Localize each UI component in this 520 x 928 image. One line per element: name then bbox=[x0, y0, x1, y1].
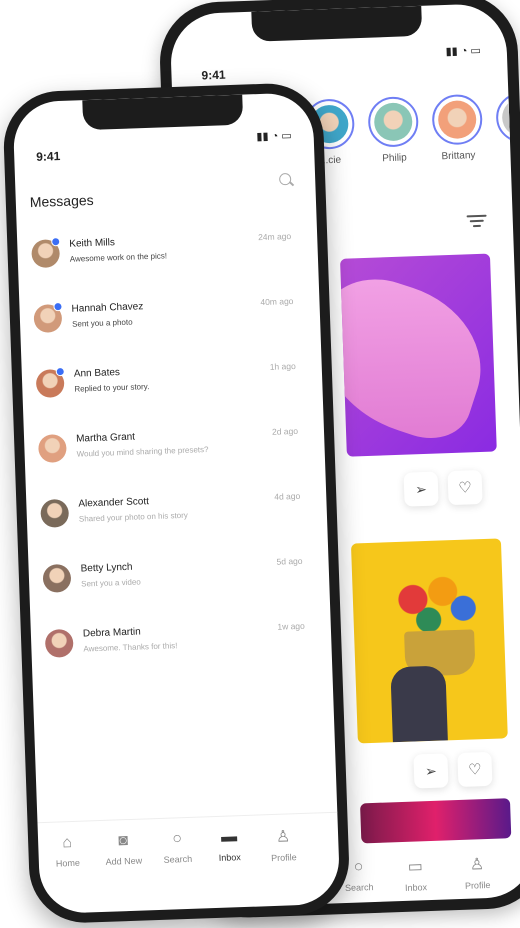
message-row[interactable]: Betty Lynch Sent you a video 5d ago bbox=[36, 556, 308, 625]
nav-add-new[interactable]: ◙ Add New bbox=[98, 831, 149, 867]
story-item[interactable]: Brittany bbox=[428, 93, 486, 163]
message-row[interactable]: Hannah Chavez Sent you a photo 40m ago bbox=[27, 296, 299, 365]
nav-label: Inbox bbox=[404, 882, 428, 893]
avatar bbox=[44, 628, 74, 658]
avatar bbox=[37, 433, 67, 463]
post-image[interactable] bbox=[340, 253, 497, 457]
unread-dot bbox=[53, 302, 63, 312]
sender-name: Martha Grant bbox=[75, 431, 136, 445]
message-time: 24m ago bbox=[257, 230, 292, 243]
message-row[interactable]: Ann Bates Replied to your story. 1h ago bbox=[30, 361, 302, 430]
avatar bbox=[42, 563, 72, 593]
send-button[interactable]: ➢ bbox=[403, 471, 439, 507]
message-list: Keith Mills Awesome work on the pics! 24… bbox=[25, 231, 305, 658]
nav-label: Search bbox=[163, 853, 193, 865]
message-preview: Sent you a photo bbox=[71, 317, 133, 329]
status-time: 9:41 bbox=[36, 149, 61, 164]
story-item[interactable]: Philip bbox=[364, 96, 422, 165]
message-time: 4d ago bbox=[274, 490, 301, 502]
bottom-nav: ○ Search ▭ Inbox ♙ Profile bbox=[334, 852, 520, 908]
notch bbox=[82, 94, 244, 131]
camera-icon: ◙ bbox=[118, 832, 129, 850]
nav-label: Home bbox=[55, 857, 81, 869]
like-button[interactable]: ♡ bbox=[457, 751, 493, 787]
messages-screen: 9:41 ▮▮ ◔ ▭ Messages Keith Mills Awesome… bbox=[12, 92, 341, 915]
message-preview: Replied to your story. bbox=[74, 382, 150, 394]
message-time: 40m ago bbox=[260, 295, 294, 308]
stories-row: ...cie Philip Brittany L bbox=[300, 91, 520, 190]
post-image[interactable] bbox=[360, 798, 512, 844]
nav-label: Profile bbox=[464, 879, 491, 891]
story-avatar bbox=[367, 96, 420, 148]
sender-name: Keith Mills bbox=[69, 237, 116, 250]
avatar bbox=[40, 498, 70, 528]
home-icon: ⌂ bbox=[62, 834, 73, 852]
person-icon: ♙ bbox=[469, 856, 485, 874]
unread-dot bbox=[51, 237, 61, 247]
chat-bubble-icon: ▭ bbox=[407, 858, 424, 876]
send-button[interactable]: ➢ bbox=[413, 753, 449, 789]
page-title: Messages bbox=[29, 191, 94, 211]
sender-name: Debra Martin bbox=[82, 626, 141, 640]
story-avatar bbox=[431, 93, 484, 146]
message-time: 1w ago bbox=[277, 620, 305, 632]
sender-name: Ann Bates bbox=[73, 367, 121, 380]
nav-inbox[interactable]: ▬ Inbox bbox=[204, 828, 255, 864]
message-row[interactable]: Martha Grant Would you mind sharing the … bbox=[32, 426, 304, 495]
nav-profile[interactable]: ♙ Profile bbox=[464, 854, 491, 891]
sender-name: Betty Lynch bbox=[80, 561, 133, 575]
signal-wifi-battery-icon: ▮▮ ◔ ▭ bbox=[256, 129, 292, 144]
heart-icon: ♡ bbox=[458, 479, 473, 497]
signal-wifi-battery-icon: ▮▮ ◔ ▭ bbox=[445, 44, 482, 58]
message-row[interactable]: Keith Mills Awesome work on the pics! 24… bbox=[25, 231, 297, 300]
message-row[interactable]: Alexander Scott Shared your photo on his… bbox=[34, 491, 306, 560]
like-button[interactable]: ♡ bbox=[447, 469, 483, 506]
filter-icon[interactable] bbox=[466, 212, 487, 229]
search-icon[interactable] bbox=[278, 172, 295, 187]
message-preview: Sent you a video bbox=[81, 577, 141, 589]
person-icon: ♙ bbox=[275, 828, 291, 846]
sender-name: Alexander Scott bbox=[78, 496, 150, 510]
front-phone: 9:41 ▮▮ ◔ ▭ Messages Keith Mills Awesome… bbox=[2, 81, 351, 925]
message-preview: Shared your photo on his story bbox=[78, 510, 188, 524]
sender-name: Hannah Chavez bbox=[71, 301, 144, 315]
story-avatar bbox=[495, 91, 520, 144]
story-name: Brittany bbox=[441, 150, 476, 163]
send-icon: ➢ bbox=[414, 480, 428, 497]
story-item[interactable]: L bbox=[492, 91, 520, 160]
message-preview: Would you mind sharing the presets? bbox=[76, 445, 209, 459]
nav-label: Search bbox=[344, 882, 374, 894]
message-preview: Awesome. Thanks for this! bbox=[83, 641, 178, 654]
message-time: 5d ago bbox=[276, 555, 303, 567]
heart-icon: ♡ bbox=[467, 761, 482, 779]
nav-label: Profile bbox=[270, 852, 297, 864]
nav-profile[interactable]: ♙ Profile bbox=[258, 826, 309, 864]
message-time: 2d ago bbox=[271, 425, 299, 437]
chat-bubble-icon: ▬ bbox=[220, 828, 238, 846]
nav-home[interactable]: ⌂ Home bbox=[42, 833, 93, 869]
nav-label: Add New bbox=[105, 855, 143, 867]
story-name: Philip bbox=[382, 152, 407, 165]
message-preview: Awesome work on the pics! bbox=[69, 251, 168, 264]
nav-label: Inbox bbox=[218, 852, 242, 863]
nav-search[interactable]: ○ Search bbox=[152, 829, 203, 865]
search-icon: ○ bbox=[171, 830, 183, 848]
bottom-nav: ⌂ Home ◙ Add New ○ Search ▬ Inbox ♙ Prof… bbox=[37, 811, 340, 884]
unread-dot bbox=[55, 366, 65, 377]
notch bbox=[251, 5, 423, 42]
message-row[interactable]: Debra Martin Awesome. Thanks for this! 1… bbox=[39, 621, 311, 690]
post-image[interactable] bbox=[350, 538, 508, 744]
send-icon: ➢ bbox=[424, 762, 438, 779]
message-time: 1h ago bbox=[269, 360, 296, 372]
status-time: 9:41 bbox=[201, 67, 226, 83]
nav-inbox[interactable]: ▭ Inbox bbox=[404, 856, 427, 893]
story-name: L bbox=[494, 147, 520, 160]
